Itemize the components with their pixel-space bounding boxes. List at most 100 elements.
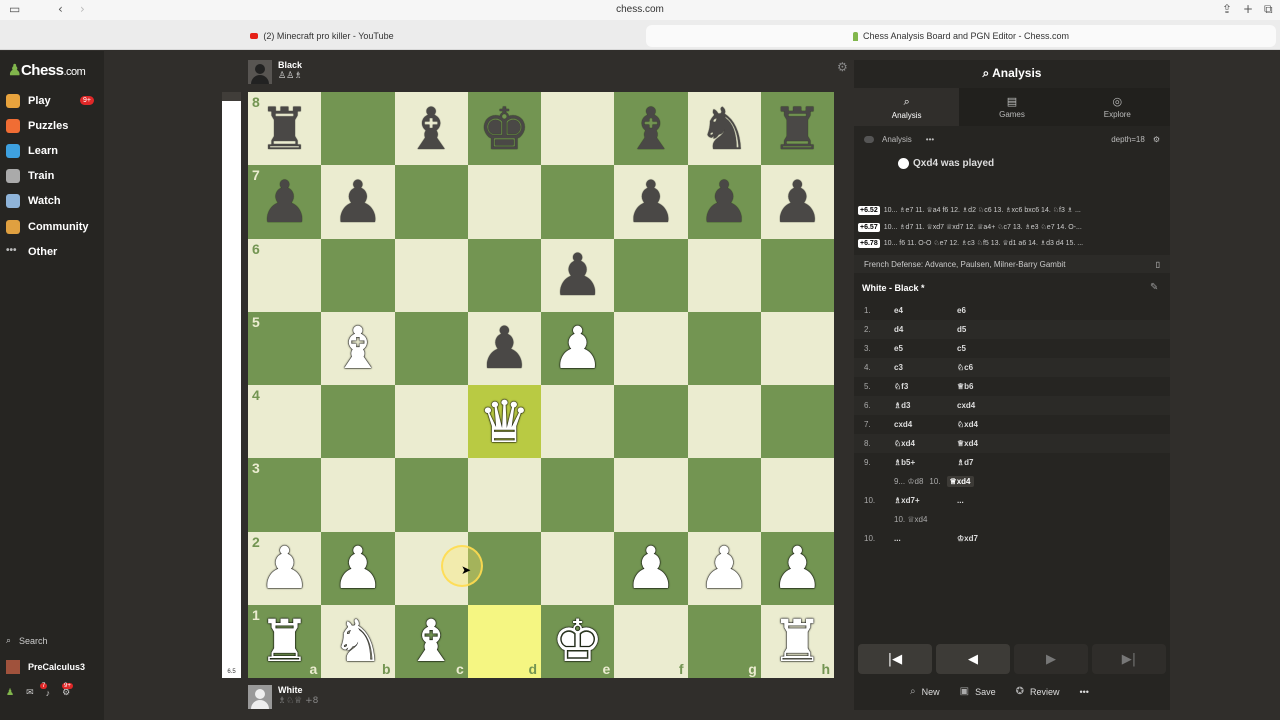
white-move[interactable]: c3 [894, 363, 957, 372]
board-settings-gear-icon[interactable]: ⚙ [837, 60, 848, 74]
black-piece-b7[interactable]: ♟ [321, 165, 394, 238]
square-e7[interactable] [541, 165, 615, 239]
white-move[interactable]: ♘xd4 [894, 439, 957, 448]
url-field[interactable]: chess.com [0, 4, 1280, 15]
previous-move-button[interactable]: ◀ [936, 644, 1010, 674]
white-piece-c1[interactable]: ♝ [395, 605, 468, 678]
review-button[interactable]: ✪ Review [1016, 686, 1060, 697]
square-f4[interactable] [614, 385, 688, 459]
white-piece-a2[interactable]: ♟ [248, 532, 321, 605]
black-piece-h8[interactable]: ♜ [761, 92, 834, 165]
square-d7[interactable] [467, 165, 541, 239]
white-move[interactable]: ♘f3 [894, 382, 957, 391]
sidebar-item-train[interactable]: Train [6, 167, 54, 185]
sidebar-item-play[interactable]: Play [6, 92, 51, 110]
sidebar-item-watch[interactable]: Watch [6, 192, 61, 210]
engine-line[interactable]: +6.57 10... ♗d7 11. ♕xd7 ♕xd7 12. ♕a4+ ♘c… [858, 220, 1166, 234]
new-tab-icon[interactable]: + [1243, 2, 1253, 16]
black-move[interactable]: e6 [957, 306, 966, 315]
sidebar-item-puzzles[interactable]: Puzzles [6, 117, 68, 135]
white-piece-d4[interactable]: ♛ [468, 385, 541, 458]
square-b6[interactable] [321, 238, 395, 312]
square-b4[interactable] [321, 385, 395, 459]
square-g5[interactable] [687, 311, 761, 385]
tab-analysis[interactable]: ⌕ Analysis [854, 88, 960, 126]
new-button[interactable]: ⌕ New [910, 686, 940, 697]
black-piece-d8[interactable]: ♚ [468, 92, 541, 165]
white-move[interactable]: ♗d3 [894, 401, 957, 410]
sidebar-item-community[interactable]: Community [6, 218, 89, 236]
square-e8[interactable] [541, 92, 615, 166]
variation-move[interactable]: 10. ♕xd4 [894, 515, 927, 524]
opening-name[interactable]: French Defense: Advance, Paulsen, Milner… [854, 255, 1170, 273]
square-h5[interactable] [760, 311, 834, 385]
sidebar-item-other[interactable]: ••• Other [6, 243, 57, 261]
tab-games[interactable]: ▤ Games [959, 88, 1064, 126]
black-piece-h7[interactable]: ♟ [761, 165, 834, 238]
black-move[interactable]: cxd4 [957, 401, 975, 410]
white-move[interactable]: ♗b5+ [894, 458, 957, 467]
engine-settings-icon[interactable]: ⚙ [1153, 135, 1160, 144]
black-piece-g8[interactable]: ♞ [688, 92, 761, 165]
white-piece-f2[interactable]: ♟ [614, 532, 687, 605]
share-icon[interactable]: ⇪ [1222, 2, 1232, 16]
black-move[interactable]: ♕b6 [957, 382, 974, 391]
more-actions-button[interactable]: ••• [1080, 686, 1089, 697]
square-c5[interactable] [394, 311, 468, 385]
square-h3[interactable] [760, 458, 834, 532]
black-move[interactable]: ♘c6 [957, 363, 973, 372]
square-a4[interactable]: 4 [248, 385, 322, 459]
book-icon[interactable]: ▯ [1156, 260, 1160, 269]
white-move[interactable]: d4 [894, 325, 957, 334]
white-piece-g2[interactable]: ♟ [688, 532, 761, 605]
sidebar-search[interactable]: ⌕ Search [6, 636, 48, 646]
engine-line[interactable]: +6.52 10... ♗e7 11. ♕a4 f6 12. ♗d2 ♘c6 13… [858, 203, 1166, 217]
square-d3[interactable] [467, 458, 541, 532]
square-b8[interactable] [321, 92, 395, 166]
edit-pencil-icon[interactable]: ✎ [1150, 282, 1158, 293]
black-move[interactable]: ♕xd4 [957, 439, 978, 448]
square-h4[interactable] [760, 385, 834, 459]
square-e3[interactable] [541, 458, 615, 532]
black-piece-f8[interactable]: ♝ [614, 92, 687, 165]
black-piece-a8[interactable]: ♜ [248, 92, 321, 165]
square-a3[interactable]: 3 [248, 458, 322, 532]
square-g6[interactable] [687, 238, 761, 312]
square-g3[interactable] [687, 458, 761, 532]
tabs-overview-icon[interactable]: ⧉ [1264, 2, 1273, 17]
tab-chess[interactable]: Chess Analysis Board and PGN Editor - Ch… [646, 25, 1276, 47]
black-piece-c8[interactable]: ♝ [395, 92, 468, 165]
white-piece-h2[interactable]: ♟ [761, 532, 834, 605]
white-piece-h1[interactable]: ♜ [761, 605, 834, 678]
white-piece-a1[interactable]: ♜ [248, 605, 321, 678]
square-e4[interactable] [541, 385, 615, 459]
white-move[interactable]: ♗xd7+ [894, 496, 957, 505]
sidebar-item-learn[interactable]: Learn [6, 142, 58, 160]
square-c4[interactable] [394, 385, 468, 459]
white-move[interactable]: cxd4 [894, 420, 957, 429]
square-b3[interactable] [321, 458, 395, 532]
variation-move[interactable]: 9... ♔d8 [894, 477, 923, 486]
square-f5[interactable] [614, 311, 688, 385]
next-move-button[interactable]: ▶ [1014, 644, 1088, 674]
square-c3[interactable] [394, 458, 468, 532]
notifications-icon[interactable]: ♪ [46, 688, 51, 698]
white-move[interactable]: e5 [894, 344, 957, 353]
black-move[interactable]: ♔xd7 [957, 534, 978, 543]
last-move-button[interactable]: ▶| [1092, 644, 1166, 674]
tab-youtube[interactable]: (2) Minecraft pro killer - YouTube [4, 25, 640, 47]
black-move[interactable]: ♗d7 [957, 458, 974, 467]
white-move[interactable]: e4 [894, 306, 957, 315]
square-h6[interactable] [760, 238, 834, 312]
black-move[interactable]: ... [957, 496, 964, 505]
square-a6[interactable]: 6 [248, 238, 322, 312]
white-piece-b2[interactable]: ♟ [321, 532, 394, 605]
chess-board[interactable]: 8 7 6 5 4 3 2 1 a b c d e f g h ♜ ♝ ♚ ♝ ♞ ♜ ♟ ♟ ♟ ♟ ♟ ♟ ♟ ♝ ♟ ♛ ♟ ♟ ♟ ♟ ♟ ♜ ♞ ♝… [248, 92, 834, 678]
black-piece-g7[interactable]: ♟ [688, 165, 761, 238]
black-piece-d5[interactable]: ♟ [468, 312, 541, 385]
square-c6[interactable] [394, 238, 468, 312]
engine-line[interactable]: +6.78 10... f6 11. O-O ♘e7 12. ♗c3 ♘f5 13… [858, 236, 1166, 250]
white-move[interactable]: ... [894, 534, 957, 543]
square-f1[interactable]: f [614, 604, 688, 678]
square-d6[interactable] [467, 238, 541, 312]
